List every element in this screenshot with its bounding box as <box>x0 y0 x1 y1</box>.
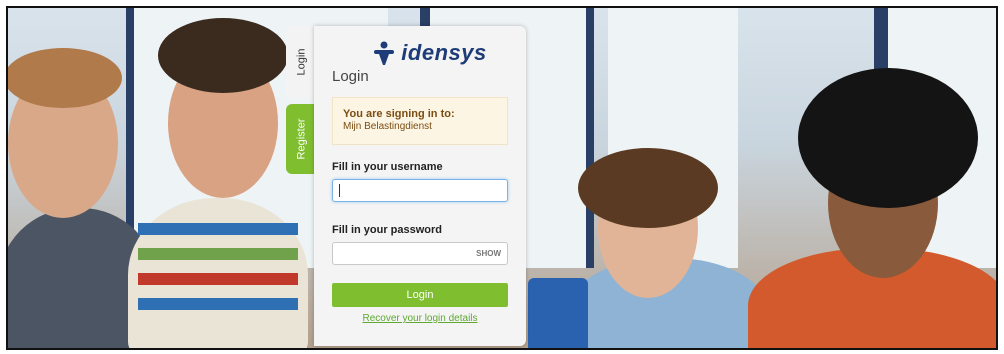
tab-register-label: Register <box>295 118 307 160</box>
signin-target: Mijn Belastingdienst <box>343 121 432 132</box>
signin-heading: You are signing in to: <box>343 108 455 120</box>
tab-login-label: Login <box>294 48 307 76</box>
password-label: Fill in your password <box>332 224 443 236</box>
screenshot-frame: Login Register idensys Login You are sig… <box>6 6 998 350</box>
tab-login[interactable]: Login <box>286 26 316 98</box>
idensys-person-icon <box>374 41 395 65</box>
card-title: Login <box>332 68 369 85</box>
username-label: Fill in your username <box>332 161 443 173</box>
login-button[interactable]: Login <box>332 283 508 307</box>
tab-register[interactable]: Register <box>286 104 316 174</box>
idensys-logo: idensys <box>352 40 508 66</box>
show-password-button[interactable]: SHOW <box>476 249 501 258</box>
logo-text: idensys <box>401 40 487 65</box>
username-input[interactable] <box>332 179 508 202</box>
password-input[interactable]: SHOW <box>332 242 508 265</box>
text-caret <box>339 184 340 197</box>
login-card: idensys Login You are signing in to: Mij… <box>314 26 526 346</box>
signin-notice: You are signing in to: Mijn Belastingdie… <box>332 97 508 145</box>
recover-login-link[interactable]: Recover your login details <box>332 313 508 324</box>
